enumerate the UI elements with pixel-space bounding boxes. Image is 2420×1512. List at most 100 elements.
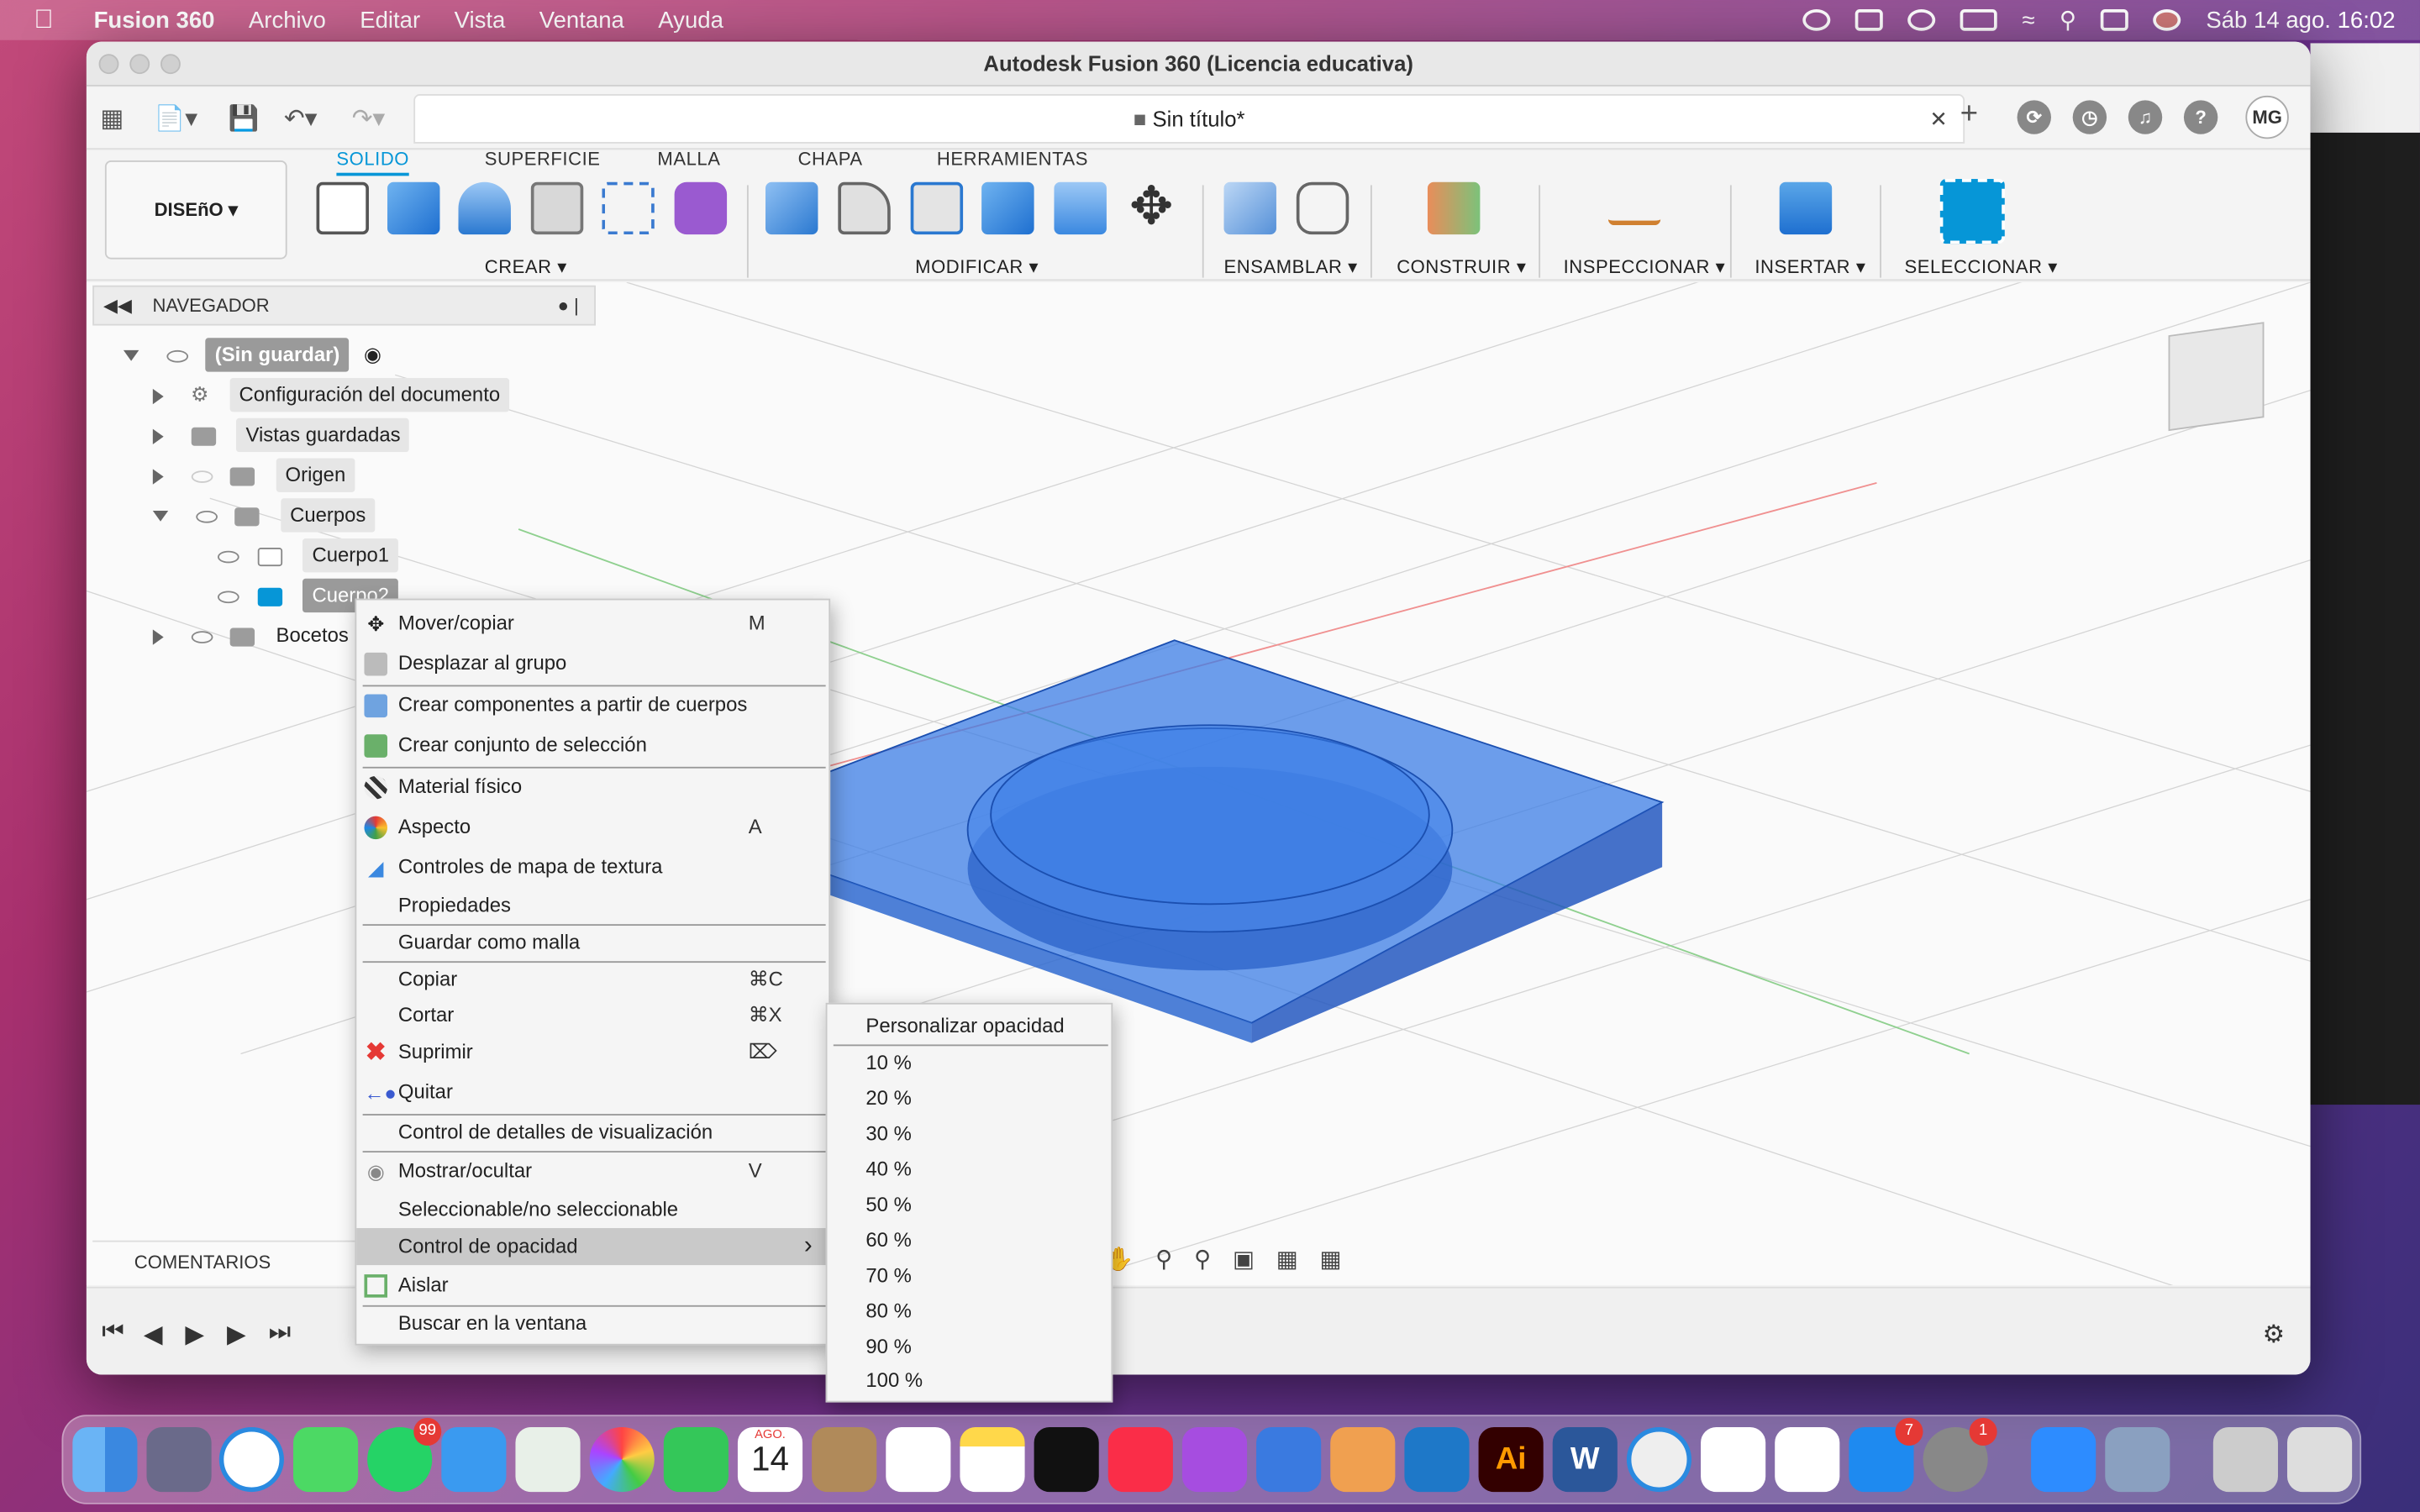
menu-ayuda[interactable]: Ayuda [658,7,723,33]
group-seleccionar[interactable]: SELECCIONAR ▾ [1904,256,2057,278]
app-store-icon[interactable]: 7 [1849,1417,1923,1493]
contacts-icon[interactable] [812,1426,877,1493]
menu-item-copy[interactable]: Copiar ⌘C [356,961,829,998]
nav-root[interactable]: (Sin guardar) ◉ [123,338,381,372]
joint-icon[interactable] [1296,181,1349,235]
expand-icon[interactable] [152,388,164,404]
new-tab-plus-icon[interactable]: + [1960,97,1978,133]
menu-item-show-hide[interactable]: ◉ Mostrar/ocultar V [356,1152,829,1189]
expand-icon[interactable] [152,428,164,444]
fillet-icon[interactable] [838,181,891,235]
blue-body-cuerpo1[interactable] [966,724,1454,971]
menu-item-physical-material[interactable]: Material físico [356,769,829,806]
combine-icon[interactable] [981,181,1034,235]
collapse-icon[interactable] [152,511,169,522]
menu-item-move-to-group[interactable]: Desplazar al grupo [356,645,829,682]
previous-step-icon[interactable]: ◀ [144,1319,163,1350]
create-sketch-icon[interactable] [316,181,369,235]
visibility-eye-icon[interactable] [195,510,218,522]
nav-doc-settings[interactable]: ⚙ Configuración del documento [152,377,510,412]
opacity-option-60[interactable]: 60 % [865,1224,911,1257]
select-icon[interactable] [1939,179,2005,244]
menu-item-opacity-control[interactable]: Control de opacidad › [356,1228,829,1266]
nav-sketches[interactable]: Bocetos [152,619,349,653]
trash-icon[interactable] [2286,1426,2353,1493]
group-ensamblar[interactable]: ENSAMBLAR ▾ [1224,256,1358,278]
opacity-option-50[interactable]: 50 % [865,1188,911,1221]
zoom-icon[interactable]: ⚲ [1194,1247,1233,1273]
tab-solido[interactable]: SOLIDO [336,148,410,176]
menu-item-selectable[interactable]: Seleccionable/no seleccionable [356,1191,829,1228]
menubar-clock[interactable]: Sáb 14 ago. 16:02 [2206,7,2395,33]
keyshot-icon[interactable] [1626,1426,1692,1493]
expand-icon[interactable] [152,468,164,484]
workspace-dropdown[interactable]: DISEñO ▾ [104,160,287,260]
group-inspeccionar[interactable]: INSPECCIONAR ▾ [1564,256,1726,278]
menu-item-move-copy[interactable]: ✥ Mover/copiar M [356,605,829,642]
active-radio-icon[interactable]: ◉ [364,343,381,366]
menu-item-find-in-window[interactable]: Buscar en la ventana [356,1305,829,1342]
photos-icon[interactable] [589,1426,655,1493]
extrude-icon[interactable] [387,181,440,235]
document-tab[interactable]: ■ Sin título* ✕ [413,94,1965,144]
hole-icon[interactable] [530,181,584,235]
messages-icon[interactable] [292,1426,359,1493]
undo-icon[interactable]: ↶▾ [284,103,317,134]
menu-vista[interactable]: Vista [455,7,506,33]
siri-icon[interactable] [2153,9,2181,31]
illustrator-icon[interactable]: Ai [1478,1426,1544,1493]
opacity-option-40[interactable]: 40 % [865,1152,911,1186]
hidden-eye-icon[interactable] [191,470,213,483]
tab-chapa[interactable]: CHAPA [798,148,863,170]
visibility-eye-icon[interactable] [166,349,188,362]
nav-origin[interactable]: Origen [152,458,355,492]
next-step-icon[interactable]: ▶ [227,1319,246,1350]
music-icon[interactable] [1107,1426,1173,1493]
facetime-icon[interactable] [663,1426,729,1493]
visibility-eye-icon[interactable] [191,630,213,643]
keynote-icon[interactable] [1256,1426,1322,1493]
split-body-icon[interactable] [1054,181,1107,235]
notifications-bell-icon[interactable]: ♫ [2128,100,2163,134]
navigator-pin-icon[interactable]: ● | [558,287,579,324]
numbers-icon[interactable] [1701,1426,1766,1493]
word-icon[interactable]: W [1552,1426,1618,1493]
finder-icon[interactable] [72,1426,138,1493]
revolve-icon[interactable] [458,181,511,235]
menu-item-properties[interactable]: Propiedades [356,887,829,924]
opacity-option-100[interactable]: 100 % [865,1364,923,1398]
menu-item-isolate[interactable]: Aislar [356,1267,829,1304]
tab-herramientas[interactable]: HERRAMIENTAS [937,148,1088,170]
media-play-icon[interactable] [1907,9,1936,31]
nav-saved-views[interactable]: Vistas guardadas [152,417,410,453]
timeline-settings-gear-icon[interactable]: ⚙ [2263,1319,2285,1350]
zoom-icon[interactable] [2031,1426,2096,1493]
menu-ventana[interactable]: Ventana [539,7,624,33]
create-form-icon[interactable] [674,181,728,235]
menu-item-texture-map[interactable]: ◢ Controles de mapa de textura [356,848,829,885]
screen-recorder-icon[interactable] [1855,9,1884,31]
redo-icon[interactable]: ↷▾ [352,103,385,134]
viewports-icon[interactable]: ▦ [1319,1247,1363,1273]
tab-malla[interactable]: MALLA [657,148,720,170]
display-settings-icon[interactable]: ▣ [1233,1247,1276,1273]
job-status-icon[interactable]: ◷ [2072,100,2107,134]
menu-item-save-mesh[interactable]: Guardar como malla [356,924,829,961]
offset-plane-icon[interactable] [1427,181,1481,235]
opacity-option-30[interactable]: 30 % [865,1117,911,1151]
menu-item-cut[interactable]: Cortar ⌘X [356,997,829,1034]
user-avatar[interactable]: MG [2245,95,2289,139]
expand-icon[interactable] [152,628,164,644]
menu-item-display-detail[interactable]: Control de detalles de visualización [356,1114,829,1151]
menu-archivo[interactable]: Archivo [249,7,326,33]
safari-icon[interactable] [218,1426,284,1493]
expand-icon[interactable] [123,350,139,361]
help-icon[interactable]: ? [2183,100,2218,134]
group-construir[interactable]: CONSTRUIR ▾ [1397,256,1526,278]
menu-app-name[interactable]: Fusion 360 [94,7,215,33]
reminders-icon[interactable] [886,1426,951,1493]
maps-icon[interactable] [515,1426,581,1493]
pages-icon[interactable] [1775,1426,1840,1493]
visibility-eye-icon[interactable] [217,549,239,563]
move-icon[interactable]: ✥ [1125,181,1177,234]
